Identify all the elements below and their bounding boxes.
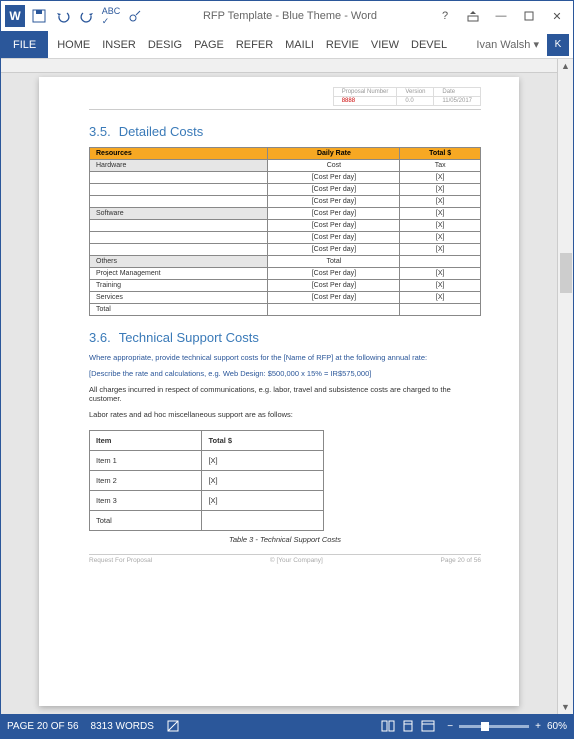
scroll-track[interactable] <box>560 73 572 700</box>
scroll-up-icon[interactable]: ▲ <box>561 61 570 71</box>
view-web-icon[interactable] <box>421 720 435 732</box>
detailed-costs-table[interactable]: ResourcesDaily RateTotal $ HardwareCostT… <box>89 147 481 316</box>
scroll-thumb[interactable] <box>560 253 572 293</box>
ribbon-tab-list: HOME INSER DESIG PAGE REFER MAILI REVIE … <box>48 33 472 57</box>
ribbon-tabs: FILE HOME INSER DESIG PAGE REFER MAILI R… <box>1 31 573 59</box>
table-row: OthersTotal <box>90 256 481 268</box>
view-buttons <box>381 720 435 732</box>
technical-support-table[interactable]: ItemTotal $ Item 1[X] Item 2[X] Item 3[X… <box>89 430 324 531</box>
zoom-level[interactable]: 60% <box>547 721 567 732</box>
table-row: [Cost Per day][X] <box>90 232 481 244</box>
tab-mailings[interactable]: MAILI <box>280 33 319 57</box>
statusbar: PAGE 20 OF 56 8313 WORDS − + 60% <box>1 714 573 738</box>
window-title: RFP Template - Blue Theme - Word <box>149 10 431 22</box>
table-row: Total <box>90 304 481 316</box>
scroll-down-icon[interactable]: ▼ <box>561 702 570 712</box>
status-words[interactable]: 8313 WORDS <box>91 721 154 732</box>
maximize-icon[interactable] <box>515 6 543 26</box>
tab-insert[interactable]: INSER <box>97 33 141 57</box>
vertical-scrollbar[interactable]: ▲ ▼ <box>557 59 573 714</box>
tab-references[interactable]: REFER <box>231 33 278 57</box>
user-name[interactable]: Ivan Walsh ▾ <box>472 38 543 51</box>
table-row: Item 2[X] <box>90 470 324 490</box>
table-row: Software[Cost Per day][X] <box>90 208 481 220</box>
touch-mode-icon[interactable] <box>125 6 145 26</box>
ribbon-options-icon[interactable] <box>459 6 487 26</box>
zoom-slider[interactable] <box>459 725 529 728</box>
table-row: HardwareCostTax <box>90 160 481 172</box>
table-row: Item 1[X] <box>90 450 324 470</box>
view-print-icon[interactable] <box>401 720 415 732</box>
minimize-icon[interactable]: — <box>487 6 515 26</box>
word-app-icon[interactable]: W <box>5 6 25 26</box>
zoom-in-icon[interactable]: + <box>535 721 541 732</box>
collapse-ribbon-icon[interactable]: K <box>547 34 569 56</box>
titlebar: W ABC✓ RFP Template - Blue Theme - Word … <box>1 1 573 31</box>
ruler[interactable] <box>1 59 557 73</box>
tab-review[interactable]: REVIE <box>321 33 364 57</box>
window-controls: ? — ✕ <box>431 6 573 26</box>
body-line-1[interactable]: All charges incurred in respect of commu… <box>89 385 481 405</box>
body-line-2[interactable]: Labor rates and ad hoc miscellaneous sup… <box>89 410 481 420</box>
table-row: [Cost Per day][X] <box>90 220 481 232</box>
heading-3-5[interactable]: 3.5.Detailed Costs <box>89 124 481 139</box>
close-icon[interactable]: ✕ <box>543 6 571 26</box>
zoom-thumb[interactable] <box>481 722 489 731</box>
page-header-info: Proposal NumberVersionDate 88880.011/05/… <box>89 87 481 106</box>
tab-view[interactable]: VIEW <box>366 33 404 57</box>
tab-design[interactable]: DESIG <box>143 33 187 57</box>
table-row: Services[Cost Per day][X] <box>90 292 481 304</box>
table-row: Project Management[Cost Per day][X] <box>90 268 481 280</box>
redo-icon[interactable] <box>77 6 97 26</box>
save-icon[interactable] <box>29 6 49 26</box>
spellcheck-icon[interactable]: ABC✓ <box>101 6 121 26</box>
help-icon[interactable]: ? <box>431 6 459 26</box>
footer-left: Request For Proposal <box>89 557 152 564</box>
page-footer: Request For Proposal © [Your Company] Pa… <box>89 554 481 564</box>
table-row: Training[Cost Per day][X] <box>90 280 481 292</box>
zoom-control: − + 60% <box>447 721 567 732</box>
document-page[interactable]: Proposal NumberVersionDate 88880.011/05/… <box>39 77 519 706</box>
table-caption[interactable]: Table 3 - Technical Support Costs <box>89 535 481 544</box>
note-line-1[interactable]: Where appropriate, provide technical sup… <box>89 353 481 363</box>
undo-icon[interactable] <box>53 6 73 26</box>
status-proof-icon[interactable] <box>166 719 180 733</box>
table-row: [Cost Per day][X] <box>90 196 481 208</box>
heading-3-6[interactable]: 3.6.Technical Support Costs <box>89 330 481 345</box>
table-row: Total <box>90 510 324 530</box>
table-row: [Cost Per day][X] <box>90 172 481 184</box>
view-read-icon[interactable] <box>381 720 395 732</box>
zoom-out-icon[interactable]: − <box>447 721 453 732</box>
workspace: Proposal NumberVersionDate 88880.011/05/… <box>1 59 573 714</box>
tab-developer[interactable]: DEVEL <box>406 33 452 57</box>
table-row: [Cost Per day][X] <box>90 244 481 256</box>
file-tab[interactable]: FILE <box>1 31 48 58</box>
footer-right: Page 20 of 56 <box>441 557 481 564</box>
tab-page[interactable]: PAGE <box>189 33 229 57</box>
status-page[interactable]: PAGE 20 OF 56 <box>7 721 79 732</box>
footer-center: © [Your Company] <box>270 557 323 564</box>
quick-access-toolbar: W ABC✓ <box>1 6 149 26</box>
header-rule <box>89 109 481 110</box>
note-line-2[interactable]: [Describe the rate and calculations, e.g… <box>89 369 481 379</box>
table-row: Item 3[X] <box>90 490 324 510</box>
table-row: [Cost Per day][X] <box>90 184 481 196</box>
page-area[interactable]: Proposal NumberVersionDate 88880.011/05/… <box>1 59 557 714</box>
tab-home[interactable]: HOME <box>52 33 95 57</box>
